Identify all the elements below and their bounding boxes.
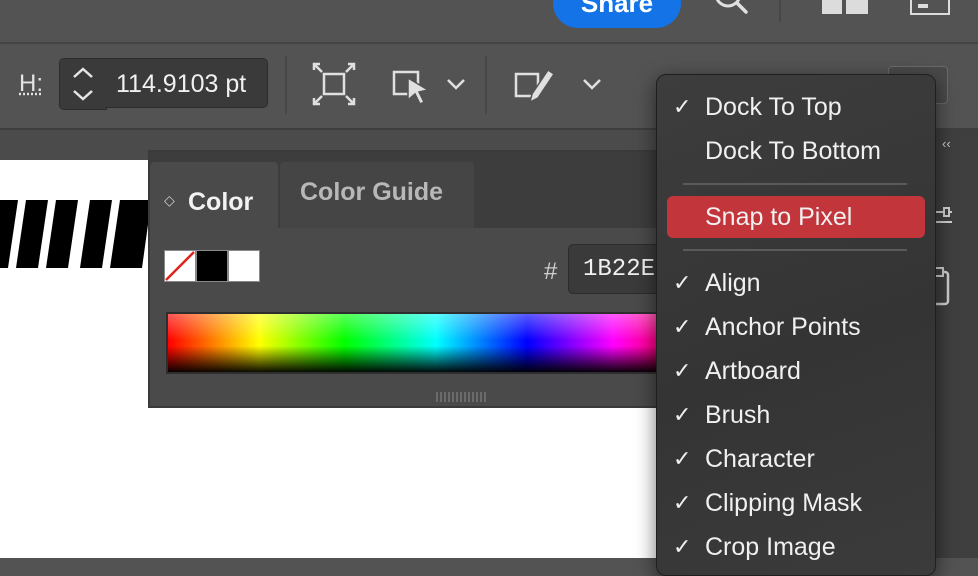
- height-label: H:: [19, 70, 43, 97]
- topbar-divider: [779, 0, 781, 22]
- menu-item-label: Dock To Top: [705, 93, 842, 121]
- hex-hash-label: #: [544, 258, 558, 285]
- workspace-layout-icon[interactable]: [822, 0, 868, 14]
- menu-item-label: Crop Image: [705, 533, 836, 561]
- height-stepper[interactable]: [59, 58, 107, 110]
- check-icon: ✓: [673, 94, 692, 119]
- menu-item-clipping-mask[interactable]: ✓ Clipping Mask: [667, 485, 925, 521]
- tab-color[interactable]: ◇ Color: [150, 162, 278, 228]
- right-dock: [934, 130, 978, 558]
- menu-item-character[interactable]: ✓ Character: [667, 441, 925, 477]
- none-swatch[interactable]: [164, 250, 196, 282]
- panel-options-caret-icon[interactable]: ◇: [164, 192, 175, 209]
- resize-grip[interactable]: [436, 392, 486, 402]
- chevron-down-icon[interactable]: [444, 74, 468, 94]
- color-panel: ◇ Color Color Guide # 1B22E: [148, 150, 708, 408]
- color-spectrum[interactable]: [166, 312, 706, 374]
- tab-color-label: Color: [188, 188, 254, 216]
- check-icon: ✓: [673, 402, 692, 427]
- check-icon: ✓: [673, 358, 692, 383]
- tab-color-guide-label: Color Guide: [300, 178, 444, 206]
- menu-item-artboard[interactable]: ✓ Artboard: [667, 353, 925, 389]
- height-field[interactable]: 114.9103 pt: [106, 58, 268, 108]
- check-icon: ✓: [673, 490, 692, 515]
- check-icon: ✓: [673, 314, 692, 339]
- control-divider: [285, 56, 287, 114]
- panel-toggle-icon[interactable]: [910, 0, 952, 16]
- pen-edit-icon[interactable]: [510, 60, 558, 108]
- menu-item-label: Anchor Points: [705, 313, 861, 341]
- share-button[interactable]: Share: [553, 0, 681, 28]
- menu-item-anchor-points[interactable]: ✓ Anchor Points: [667, 309, 925, 345]
- menu-item-label: Align: [705, 269, 761, 297]
- menu-item-snap-to-pixel[interactable]: Snap to Pixel: [667, 196, 925, 238]
- menu-item-label: Snap to Pixel: [705, 203, 853, 231]
- menu-item-brush[interactable]: ✓ Brush: [667, 397, 925, 433]
- menu-item-dock-to-bottom[interactable]: Dock To Bottom: [667, 133, 925, 169]
- menu-item-label: Artboard: [705, 357, 801, 385]
- menu-item-crop-image[interactable]: ✓ Crop Image: [667, 529, 925, 565]
- control-divider-2: [485, 56, 487, 114]
- menu-separator: [683, 183, 907, 185]
- dock-options-menu: ✓ Dock To Top Dock To Bottom Snap to Pix…: [656, 74, 936, 576]
- check-icon: ✓: [673, 270, 692, 295]
- menu-item-dock-to-top[interactable]: ✓ Dock To Top: [667, 89, 925, 125]
- tab-color-guide[interactable]: Color Guide: [280, 162, 474, 228]
- check-icon: ✓: [673, 446, 692, 471]
- menu-item-label: Character: [705, 445, 815, 473]
- check-icon: ✓: [673, 534, 692, 559]
- collapse-panels-icon[interactable]: ‹‹: [942, 136, 962, 151]
- menu-item-align[interactable]: ✓ Align: [667, 265, 925, 301]
- white-swatch[interactable]: [228, 250, 260, 282]
- menu-item-label: Dock To Bottom: [705, 137, 882, 165]
- menu-item-label: Brush: [705, 401, 771, 429]
- menu-item-label: Clipping Mask: [705, 489, 863, 517]
- black-swatch[interactable]: [196, 250, 228, 282]
- search-icon[interactable]: [708, 0, 752, 22]
- menu-separator-2: [683, 249, 907, 251]
- transform-fit-icon[interactable]: [310, 60, 358, 108]
- select-artboard-icon[interactable]: [388, 60, 436, 108]
- artwork-shape: [0, 200, 150, 272]
- chevron-down-icon-2[interactable]: [580, 74, 604, 94]
